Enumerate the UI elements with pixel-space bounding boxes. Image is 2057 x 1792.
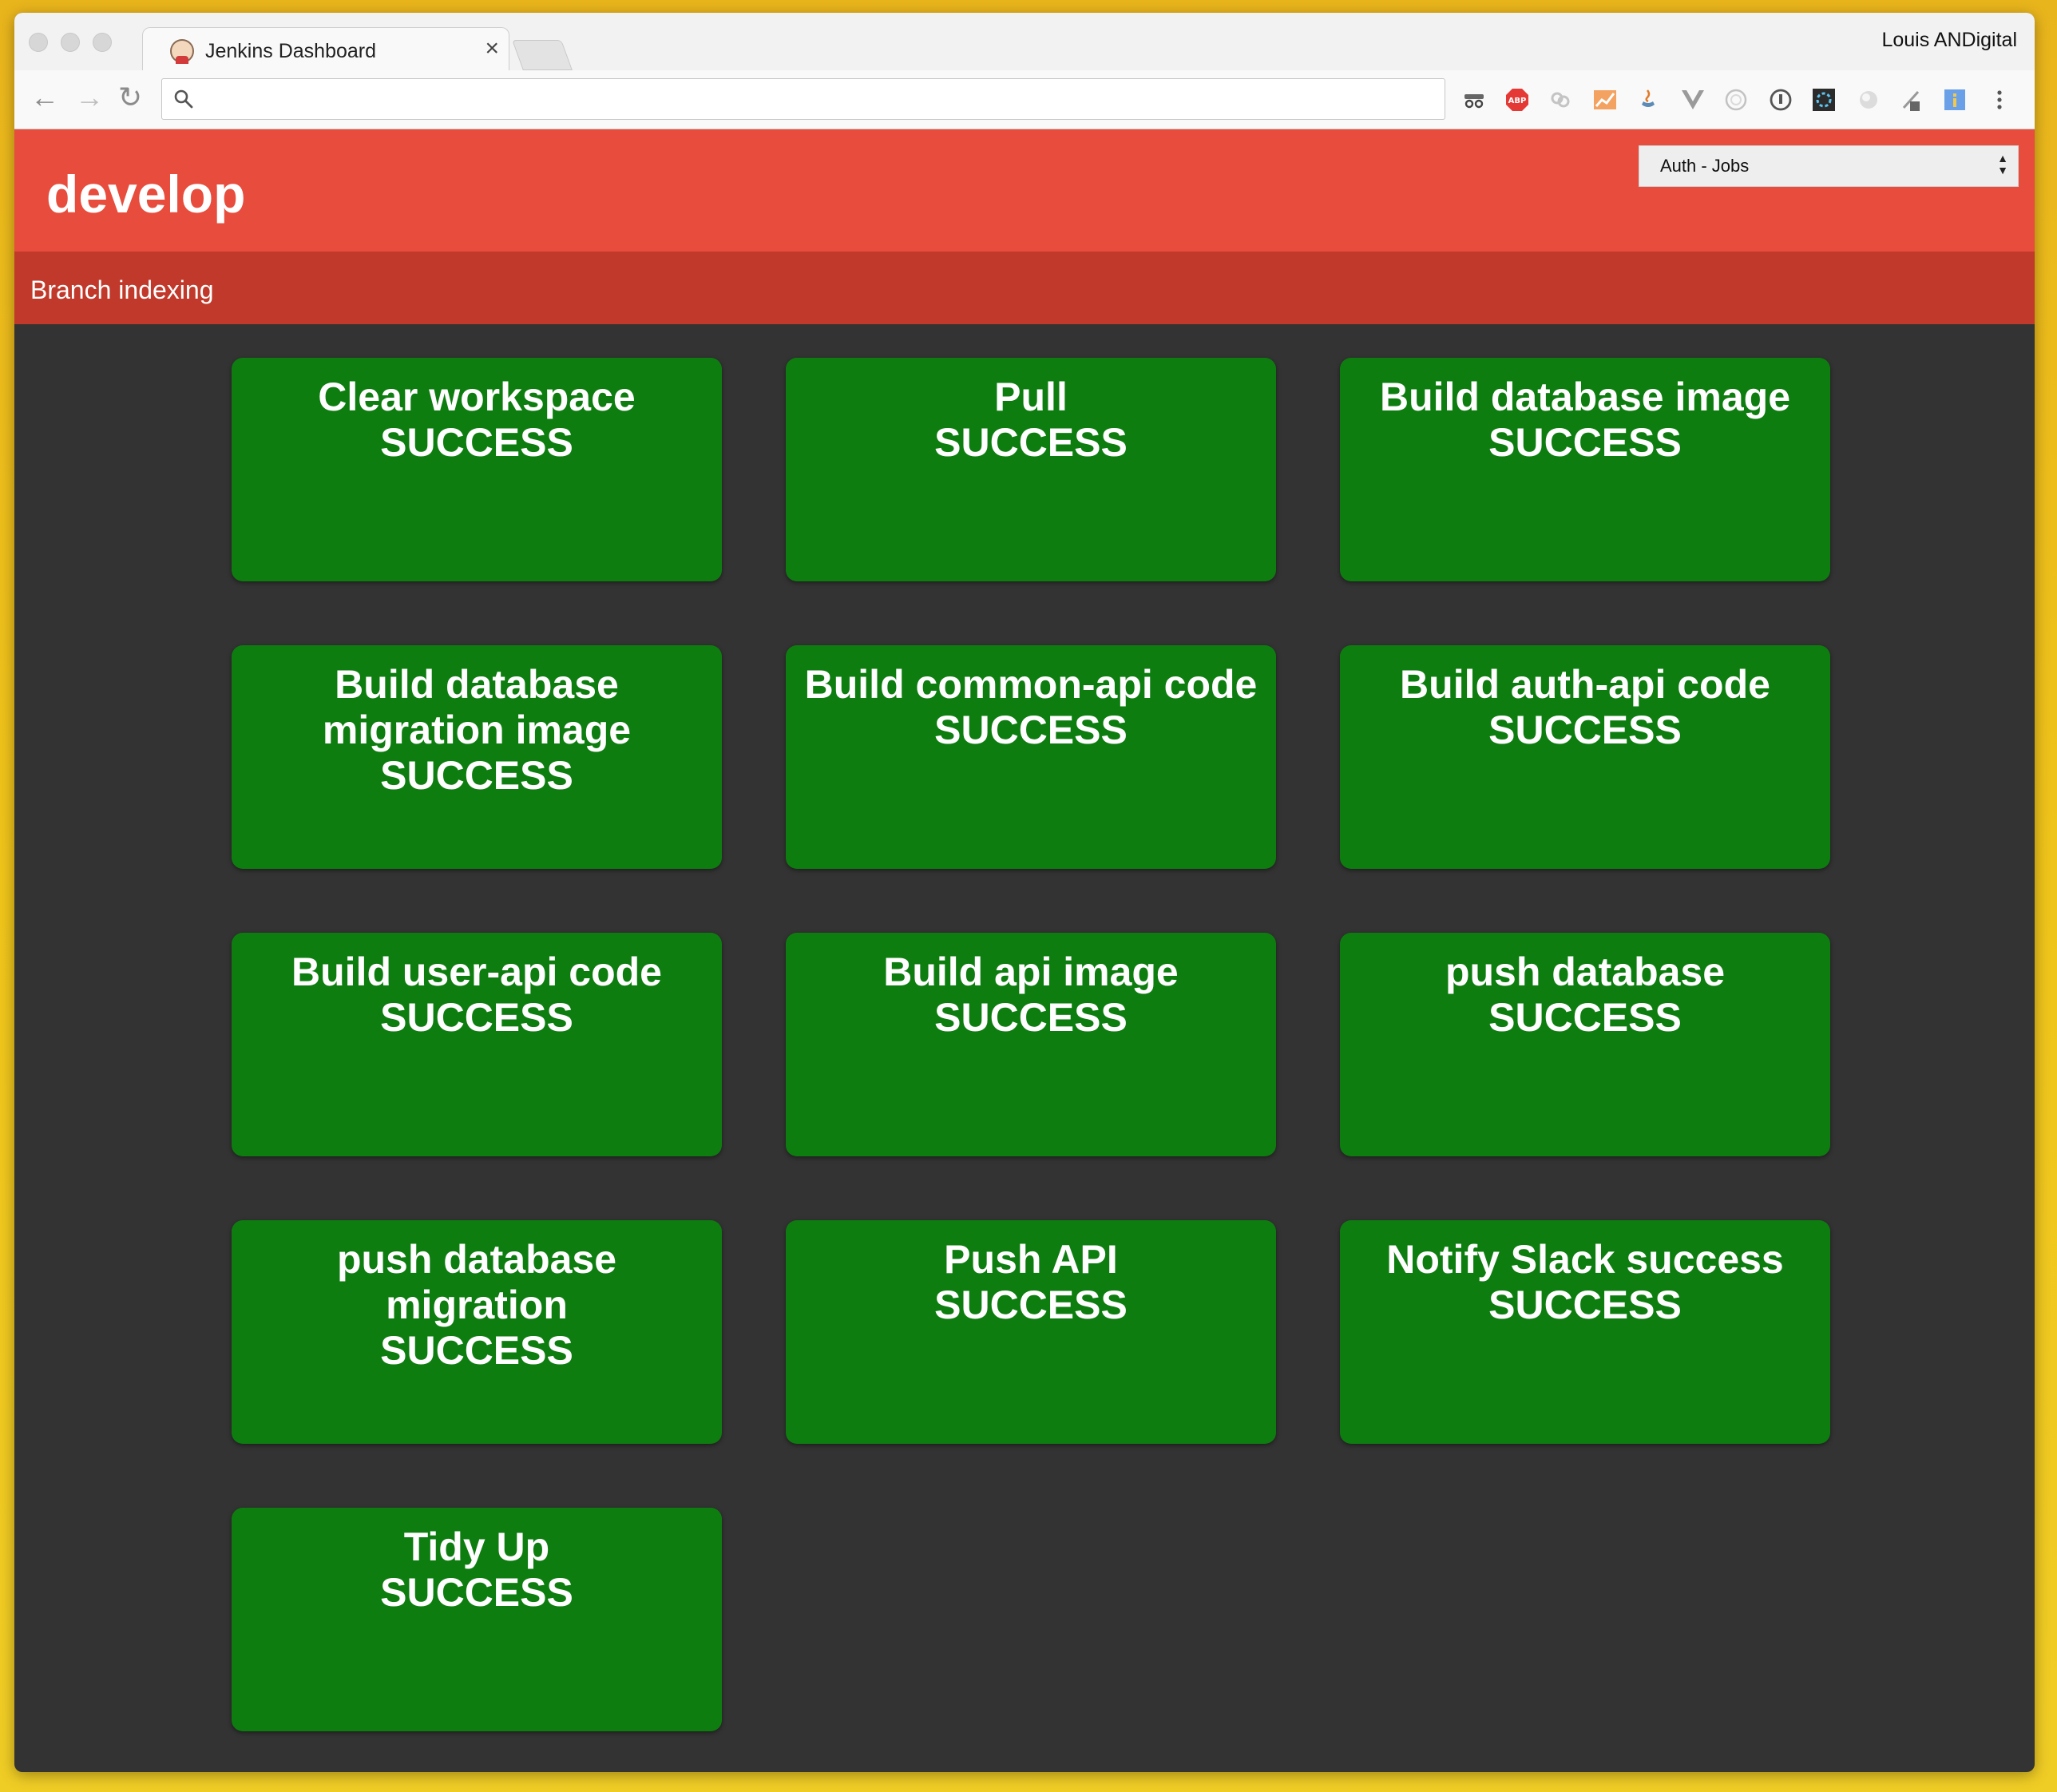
stage-name: Clear workspace [318, 375, 636, 419]
page-header: develop Auth - Jobs ▲ ▼ [14, 129, 2035, 252]
stage-status: SUCCESS [380, 753, 573, 798]
tab-jenkins-dashboard[interactable]: Jenkins Dashboard × [142, 27, 509, 72]
select-arrows-icon: ▲ ▼ [1997, 152, 2008, 176]
stage-card[interactable]: Clear workspace SUCCESS [232, 358, 722, 581]
stage-status: SUCCESS [380, 1328, 573, 1373]
stage-card[interactable]: Pull SUCCESS [786, 358, 1276, 581]
stage-card[interactable]: Tidy Up SUCCESS [232, 1508, 722, 1731]
stage-grid: Clear workspace SUCCESS Pull SUCCESS Bui… [232, 358, 1848, 1731]
stage-name: Notify Slack success [1386, 1237, 1784, 1282]
stage-card[interactable]: Notify Slack success SUCCESS [1340, 1220, 1830, 1444]
password-manager-icon[interactable] [1768, 87, 1793, 113]
status-message: Branch indexing [30, 276, 214, 304]
stage-status: SUCCESS [1488, 995, 1682, 1040]
stage-name: push database migration [336, 1237, 617, 1327]
stage-card[interactable]: Build database migration image SUCCESS [232, 645, 722, 869]
page-title: develop [46, 165, 246, 224]
stage-status: SUCCESS [934, 1283, 1128, 1327]
sphere-extension-icon[interactable] [1856, 87, 1881, 113]
close-window-button[interactable] [29, 33, 48, 52]
sub-header: Branch indexing [14, 252, 2035, 324]
stage-name: Tidy Up [403, 1524, 550, 1569]
reload-icon[interactable]: ↻ [118, 81, 142, 113]
tab-title: Jenkins Dashboard [205, 40, 377, 62]
chart-extension-icon[interactable] [1592, 87, 1618, 113]
stage-card[interactable]: Build common-api code SUCCESS [786, 645, 1276, 869]
stage-name: Build user-api code [291, 950, 662, 994]
stage-name: Pull [994, 375, 1068, 419]
adblock-plus-icon[interactable]: ABP [1504, 87, 1530, 113]
browser-window: Jenkins Dashboard × Louis ANDigital ← → … [14, 13, 2035, 1772]
jenkins-favicon-icon [170, 39, 194, 64]
svg-text:ABP: ABP [1508, 97, 1527, 105]
vue-devtools-icon[interactable] [1680, 87, 1706, 113]
stage-status: SUCCESS [380, 995, 573, 1040]
forward-icon[interactable]: → [75, 81, 104, 113]
circle-extension-icon[interactable] [1723, 87, 1749, 113]
tools-extension-icon[interactable] [1899, 87, 1924, 113]
browser-toolbar: ← → ↻ ABP [14, 70, 2035, 129]
tab-strip: Jenkins Dashboard × Louis ANDigital [14, 13, 2035, 72]
info-extension-icon[interactable] [1942, 87, 1968, 113]
stage-card[interactable]: Build user-api code SUCCESS [232, 933, 722, 1156]
stage-status: SUCCESS [934, 708, 1128, 752]
stage-status: SUCCESS [1488, 1283, 1682, 1327]
colorful-extension-icon[interactable] [1811, 87, 1837, 113]
tab-close-icon[interactable]: × [485, 36, 499, 61]
stage-card[interactable]: Build database image SUCCESS [1340, 358, 1830, 581]
profile-name[interactable]: Louis ANDigital [1881, 29, 2017, 52]
stage-status: SUCCESS [1488, 708, 1682, 752]
stage-status: SUCCESS [1488, 420, 1682, 465]
stage-card[interactable]: Push API SUCCESS [786, 1220, 1276, 1444]
stage-status: SUCCESS [934, 420, 1128, 465]
address-input[interactable] [204, 84, 1405, 114]
stage-status: SUCCESS [380, 1570, 573, 1615]
stage-card[interactable]: push database SUCCESS [1340, 933, 1830, 1156]
new-tab-button[interactable] [512, 40, 573, 70]
stage-status: SUCCESS [380, 420, 573, 465]
search-icon [174, 89, 193, 109]
stage-card[interactable]: Build api image SUCCESS [786, 933, 1276, 1156]
stage-name: push database [1445, 950, 1726, 994]
stage-card[interactable]: push database migration SUCCESS [232, 1220, 722, 1444]
stage-status: SUCCESS [934, 995, 1128, 1040]
job-select-value: Auth - Jobs [1660, 156, 1750, 176]
job-select[interactable]: Auth - Jobs ▲ ▼ [1639, 145, 2019, 187]
stage-card[interactable]: Build auth-api code SUCCESS [1340, 645, 1830, 869]
stage-name: Build auth-api code [1400, 662, 1770, 707]
stage-name: Build database migration image [322, 662, 632, 752]
incognito-extension-icon[interactable] [1461, 87, 1487, 113]
stage-name: Build api image [883, 950, 1179, 994]
back-icon[interactable]: ← [30, 81, 59, 113]
zoom-window-button[interactable] [93, 33, 112, 52]
stage-name: Build common-api code [804, 662, 1258, 707]
address-bar[interactable] [161, 78, 1445, 120]
minimize-window-button[interactable] [61, 33, 80, 52]
stage-name: Build database image [1379, 375, 1791, 419]
java-extension-icon[interactable] [1635, 87, 1661, 113]
stage-name: Push API [944, 1237, 1118, 1282]
link-extension-icon[interactable] [1548, 87, 1573, 113]
more-menu-icon[interactable] [1987, 87, 2012, 113]
